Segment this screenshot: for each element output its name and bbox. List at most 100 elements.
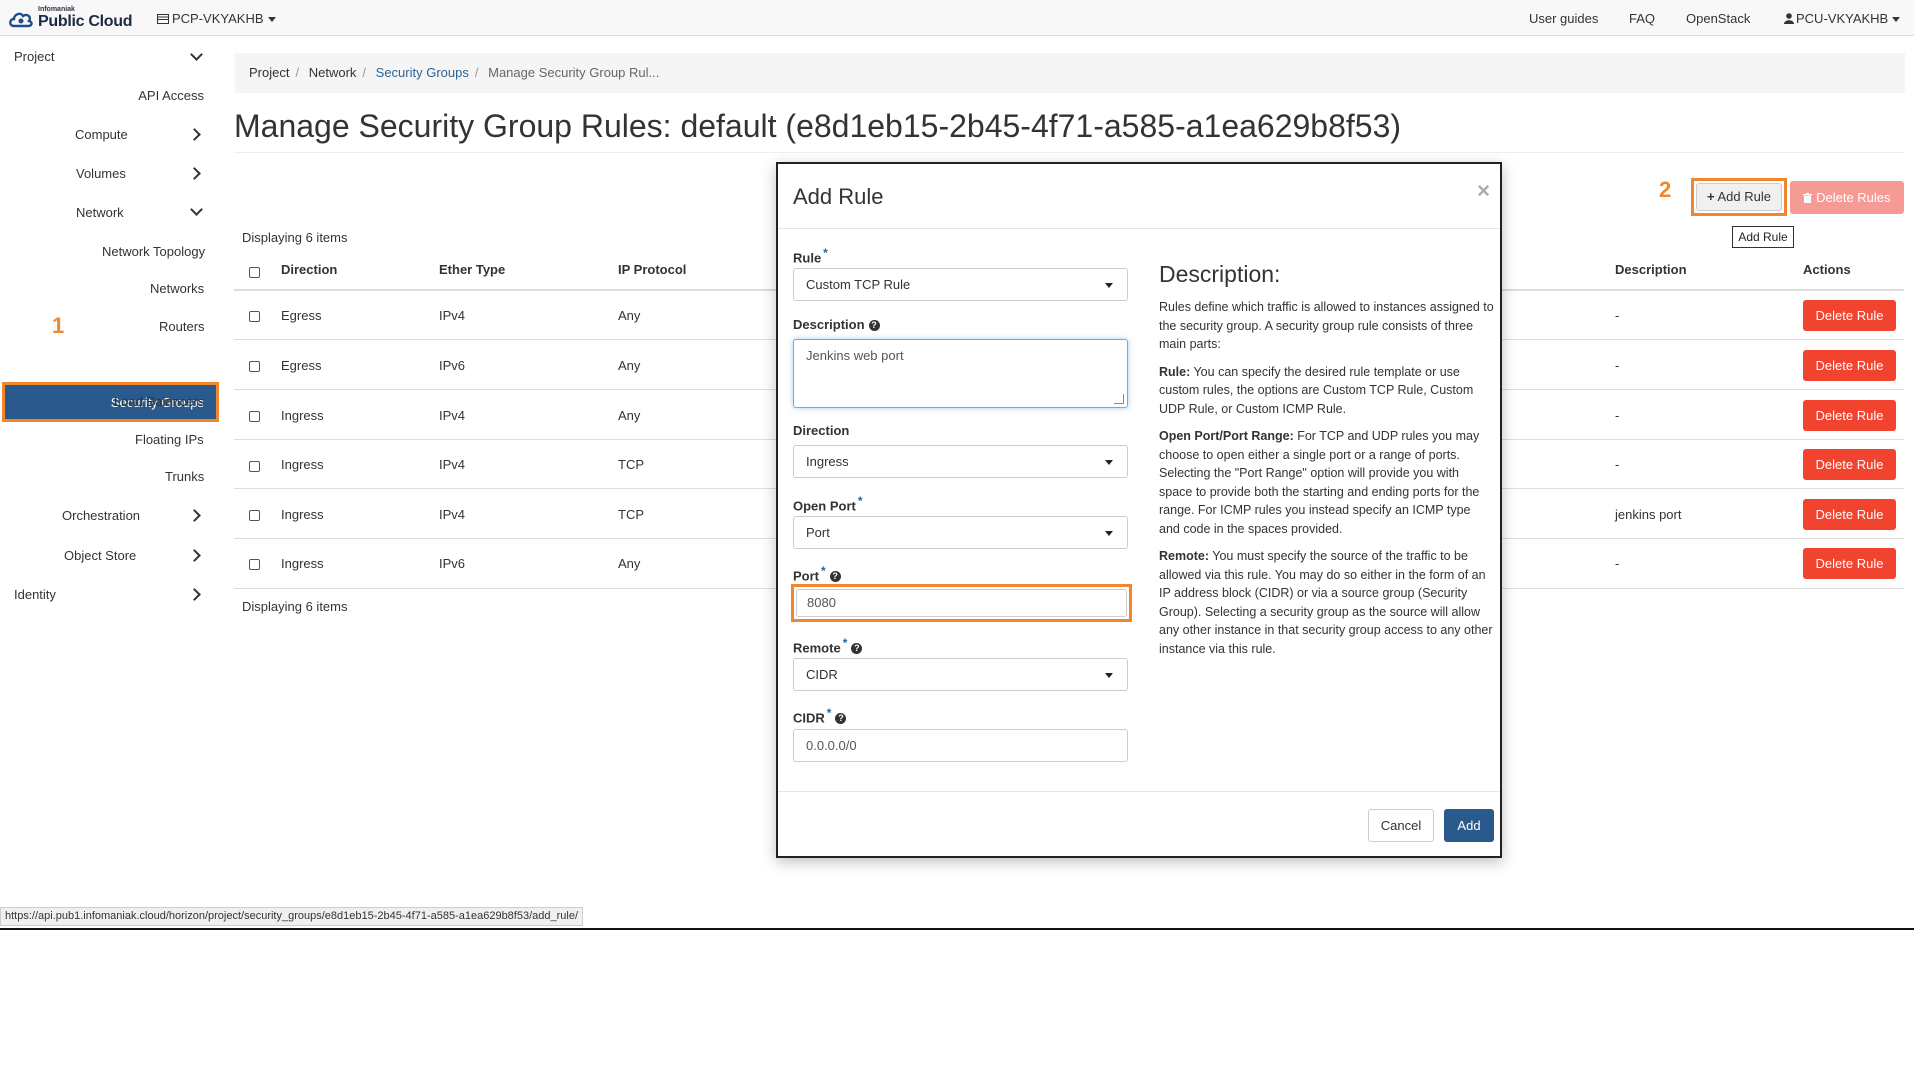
sidebar-item-networks[interactable]: Networks <box>150 281 204 296</box>
cell-ip-protocol: Any <box>618 358 641 373</box>
caret-down-icon <box>1105 283 1113 288</box>
cell-description: - <box>1615 408 1620 423</box>
help-icon[interactable]: ? <box>851 643 863 655</box>
add-rule-button[interactable]: + Add Rule <box>1696 183 1782 211</box>
sidebar-item-floating-ips[interactable]: Floating IPs <box>135 432 204 447</box>
delete-rules-label: Delete Rules <box>1816 190 1891 205</box>
delete-rule-button[interactable]: Delete Rule <box>1803 400 1896 431</box>
sidebar-item-trunks[interactable]: Trunks <box>165 469 204 484</box>
help-icon[interactable]: ? <box>835 713 847 725</box>
brand-title: Public Cloud <box>38 13 133 30</box>
breadcrumb-security-groups[interactable]: Security Groups <box>376 65 469 80</box>
open-port-select[interactable]: Port <box>793 516 1128 549</box>
brand-logo[interactable]: Infomaniak Public Cloud <box>8 4 138 32</box>
user-menu[interactable]: PCU-VKYAKHB <box>1784 11 1901 26</box>
sidebar-item-project[interactable]: Project <box>14 49 54 64</box>
sidebar-item-api-access[interactable]: API Access <box>138 88 204 103</box>
sidebar-item-identity[interactable]: Identity <box>14 587 56 602</box>
user-icon <box>1784 13 1794 24</box>
add-rule-label: Add Rule <box>1717 189 1771 204</box>
breadcrumb: Project / Network / Security Groups / Manag… <box>235 53 1905 93</box>
cell-direction: Egress <box>281 308 322 323</box>
sidebar-item-network-topology[interactable]: Network Topology <box>102 244 205 259</box>
project-switcher-label: PCP-VKYAKHB <box>172 11 264 26</box>
cell-description: - <box>1615 308 1620 323</box>
sidebar-item-load-balancers[interactable]: Load Balancers <box>114 394 204 409</box>
col-header-ip-protocol[interactable]: IP Protocol <box>618 262 686 277</box>
cell-direction: Ingress <box>281 457 324 472</box>
col-header-description[interactable]: Description <box>1615 262 1687 277</box>
port-label: Port *? <box>793 564 841 583</box>
row-checkbox[interactable] <box>249 510 260 521</box>
plus-icon: + <box>1707 189 1715 204</box>
displaying-count-top: Displaying 6 items <box>242 230 348 245</box>
delete-rule-button[interactable]: Delete Rule <box>1803 499 1896 530</box>
cell-description: jenkins port <box>1615 507 1682 522</box>
select-all-checkbox[interactable] <box>249 267 260 278</box>
delete-rule-button[interactable]: Delete Rule <box>1803 300 1896 331</box>
row-checkbox[interactable] <box>249 559 260 570</box>
cell-direction: Ingress <box>281 556 324 571</box>
port-input[interactable]: 8080 <box>796 589 1127 617</box>
breadcrumb-network[interactable]: Network <box>309 65 357 80</box>
cell-ether-type: IPv6 <box>439 358 466 373</box>
cell-ether-type: IPv4 <box>439 507 466 522</box>
chevron-right-icon <box>188 128 201 141</box>
col-header-ether-type[interactable]: Ether Type <box>439 262 505 277</box>
help-open-port: Open Port/Port Range: For TCP and UDP ru… <box>1159 429 1480 536</box>
sidebar-item-orchestration[interactable]: Orchestration <box>62 508 140 523</box>
help-title: Description: <box>1159 261 1281 287</box>
sidebar-item-object-store[interactable]: Object Store <box>64 548 136 563</box>
col-header-direction[interactable]: Direction <box>281 262 337 277</box>
add-button[interactable]: Add <box>1444 809 1494 842</box>
sidebar-item-routers[interactable]: Routers <box>159 319 205 334</box>
caret-down-icon <box>1105 531 1113 536</box>
chevron-down-icon <box>190 203 203 216</box>
cidr-input[interactable]: 0.0.0.0/0 <box>793 729 1128 762</box>
help-icon[interactable]: ? <box>868 320 880 332</box>
resize-grip-icon[interactable] <box>1114 394 1124 404</box>
delete-rule-button[interactable]: Delete Rule <box>1803 449 1896 480</box>
cell-ether-type: IPv4 <box>439 408 466 423</box>
row-checkbox[interactable] <box>249 461 260 472</box>
sidebar-item-volumes[interactable]: Volumes <box>76 166 126 181</box>
caret-down-icon <box>1105 673 1113 678</box>
nav-user-guides[interactable]: User guides <box>1529 11 1598 26</box>
close-icon[interactable]: × <box>1477 178 1490 204</box>
nav-openstack[interactable]: OpenStack <box>1686 11 1750 26</box>
cell-ip-protocol: Any <box>618 408 641 423</box>
description-textarea[interactable]: Jenkins web port <box>793 339 1128 408</box>
help-icon[interactable]: ? <box>829 571 841 583</box>
rule-select-value: Custom TCP Rule <box>806 277 911 292</box>
row-checkbox[interactable] <box>249 311 260 322</box>
port-input-highlight: 8080 <box>791 584 1132 622</box>
direction-select[interactable]: Ingress <box>793 445 1128 478</box>
chevron-right-icon <box>188 509 201 522</box>
row-checkbox[interactable] <box>249 411 260 422</box>
help-rule: Rule: You can specify the desired rule t… <box>1159 364 1474 416</box>
chevron-right-icon <box>188 588 201 601</box>
cell-ether-type: IPv4 <box>439 457 466 472</box>
add-rule-tooltip: Add Rule <box>1732 226 1794 248</box>
remote-select[interactable]: CIDR <box>793 658 1128 691</box>
rule-select[interactable]: Custom TCP Rule <box>793 268 1128 301</box>
delete-rules-button[interactable]: Delete Rules <box>1790 181 1904 214</box>
callout-2: 2 <box>1659 177 1672 202</box>
nav-faq[interactable]: FAQ <box>1629 11 1655 26</box>
breadcrumb-project[interactable]: Project <box>249 65 289 80</box>
cancel-button[interactable]: Cancel <box>1368 809 1434 842</box>
trash-icon <box>1803 193 1813 203</box>
add-rule-highlight: + Add Rule <box>1691 178 1787 216</box>
row-checkbox[interactable] <box>249 361 260 372</box>
cell-direction: Egress <box>281 358 322 373</box>
cell-direction: Ingress <box>281 507 324 522</box>
rule-label: Rule * <box>793 246 828 266</box>
sidebar-item-compute[interactable]: Compute <box>75 127 128 142</box>
cidr-label: CIDR *? <box>793 706 847 725</box>
delete-rule-button[interactable]: Delete Rule <box>1803 548 1896 579</box>
caret-down-icon <box>1105 460 1113 465</box>
project-switcher[interactable]: PCP-VKYAKHB <box>157 11 276 26</box>
delete-rule-button[interactable]: Delete Rule <box>1803 350 1896 381</box>
sidebar-item-network[interactable]: Network <box>76 205 124 220</box>
caret-down-icon <box>267 17 276 23</box>
